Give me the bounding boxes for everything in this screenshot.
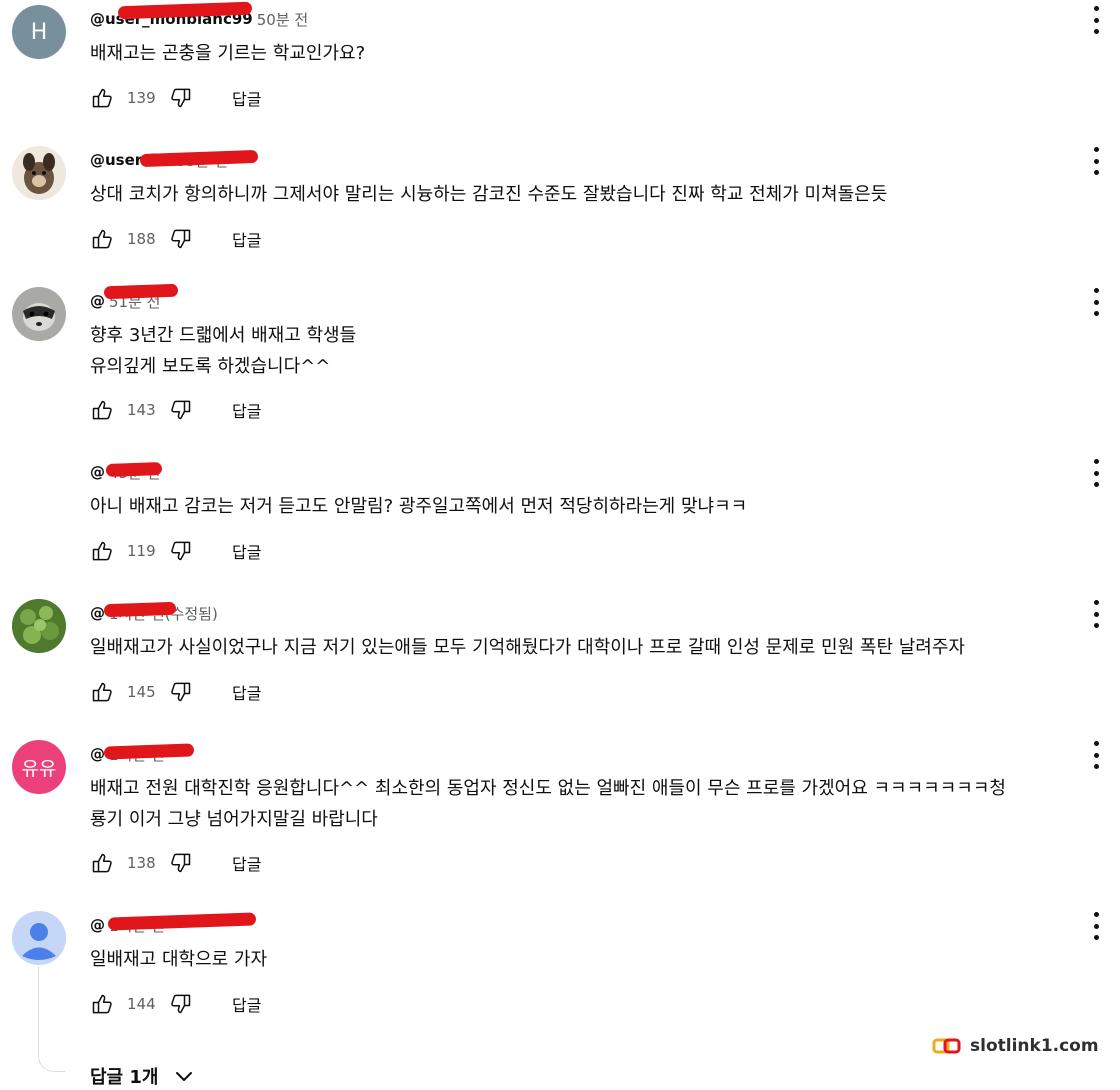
thumbs-up-icon[interactable] [90,86,114,110]
thumbs-down-icon[interactable] [169,227,193,251]
more-options-icon[interactable] [1086,600,1106,628]
more-options-icon[interactable] [1086,288,1106,316]
thumbs-up-icon[interactable] [90,539,114,563]
thumbs-up-icon[interactable] [90,680,114,704]
more-options-icon[interactable] [1086,459,1106,487]
comment-author[interactable]: @ [90,292,105,310]
comment: @45분 전 아니 배재고 감코는 저거 듣고도 안말림? 광주일고쪽에서 먼저… [0,453,1120,594]
thumbs-down-icon[interactable] [169,680,193,704]
reply-button[interactable]: 답글 [232,86,261,110]
more-options-icon[interactable] [1086,6,1106,34]
thumbs-up-icon[interactable] [90,227,114,251]
watermark: slotlink1.com [928,1034,1103,1058]
chevron-down-icon [172,1064,196,1088]
reply-button[interactable]: 답글 [232,398,261,422]
avatar[interactable] [12,287,66,341]
thumbs-up-icon[interactable] [90,398,114,422]
redaction-mark [139,149,259,168]
redaction-mark [105,462,163,477]
thumbs-down-icon[interactable] [169,398,193,422]
like-count: 144 [127,995,156,1013]
comment-text: 아니 배재고 감코는 저거 듣고도 안말림? 광주일고쪽에서 먼저 적당히하라는… [90,496,748,517]
like-count: 139 [127,89,156,107]
reply-thread-line [38,966,65,1072]
watermark-text: slotlink1.com [970,1036,1099,1056]
comment-time[interactable]: 50분 전 [257,9,308,30]
avatar[interactable] [12,458,66,512]
avatar-initial: H [30,19,48,45]
comment-actions: 139 답글 [90,84,261,112]
more-options-icon[interactable] [1086,741,1106,769]
like-count: 138 [127,854,156,872]
thumbs-up-icon[interactable] [90,851,114,875]
comment-author[interactable]: @ [90,463,105,481]
replies-label: 답글 1개 [90,1067,159,1088]
reply-button[interactable]: 답글 [232,539,261,563]
like-count: 143 [127,401,156,419]
comment-actions: 145 답글 [90,678,261,706]
comment: @51분 전 향후 3년간 드랣에서 배재고 학생들 유의깊게 보도록 하겠습니다… [0,282,1120,423]
comment-actions: 188 답글 [90,225,261,253]
comment: H @user_monblanc99 50분 전 배재고는 곤충을 기르는 학교인… [0,0,1120,141]
more-options-icon[interactable] [1086,912,1106,940]
reply-button[interactable]: 답글 [232,680,261,704]
comment-text: 일배재고 대학으로 가자 [90,949,268,970]
comment-text: 배재고 전원 대학진학 응원합니다^^ 최소한의 동업자 정신도 없는 얼빠진 … [90,778,1006,830]
comment: @1시간 전 일배재고 대학으로 가자 144 답글 [0,906,1120,1047]
comment-actions: 143 답글 [90,396,261,424]
comment-author[interactable]: @ [90,916,105,934]
reply-button[interactable]: 답글 [232,851,261,875]
like-count: 145 [127,683,156,701]
more-options-icon[interactable] [1086,147,1106,175]
redaction-mark [103,601,177,618]
comment-text: 일배재고가 사실이었구나 지금 저기 있는애들 모두 기억해뒀다가 대학이나 프… [90,637,965,658]
comment: @user-ft555분 전 상대 코치가 항의하니까 그제서야 말리는 시늉하… [0,141,1120,282]
reply-button[interactable]: 답글 [232,992,261,1016]
thumbs-down-icon[interactable] [169,86,193,110]
comment: @1시간 전(수정됨) 일배재고가 사실이었구나 지금 저기 있는애들 모두 기… [0,594,1120,735]
comment: 유유 @1시간 전 배재고 전원 대학진학 응원합니다^^ 최소한의 동업자 정… [0,735,1120,876]
avatar[interactable]: H [12,5,66,59]
avatar[interactable] [12,146,66,200]
comment-author[interactable]: @ [90,745,105,763]
comment-actions: 138 답글 [90,849,261,877]
thumbs-down-icon[interactable] [169,992,193,1016]
comment-author[interactable]: @ [90,604,105,622]
comment-actions: 119 답글 [90,537,261,565]
thumbs-down-icon[interactable] [169,539,193,563]
avatar[interactable]: 유유 [12,740,66,794]
like-count: 119 [127,542,156,560]
avatar[interactable] [12,911,66,965]
reply-button[interactable]: 답글 [232,227,261,251]
watermark-logo-icon [932,1036,962,1056]
comment-actions: 144 답글 [90,990,261,1018]
comment-text: 향후 3년간 드랣에서 배재고 학생들 유의깊게 보도록 하겠습니다^^ [90,325,357,377]
thumbs-down-icon[interactable] [169,851,193,875]
avatar-initial: 유유 [21,757,57,780]
like-count: 188 [127,230,156,248]
comment-text: 배재고는 곤충을 기르는 학교인가요? [90,43,366,64]
show-replies-button[interactable]: 답글 1개 [90,1062,196,1090]
redaction-mark [103,743,195,760]
avatar[interactable] [12,599,66,653]
comment-text: 상대 코치가 항의하니까 그제서야 말리는 시늉하는 감코진 수준도 잘봤습니다… [90,184,888,205]
thumbs-up-icon[interactable] [90,992,114,1016]
redaction-mark [103,283,179,300]
